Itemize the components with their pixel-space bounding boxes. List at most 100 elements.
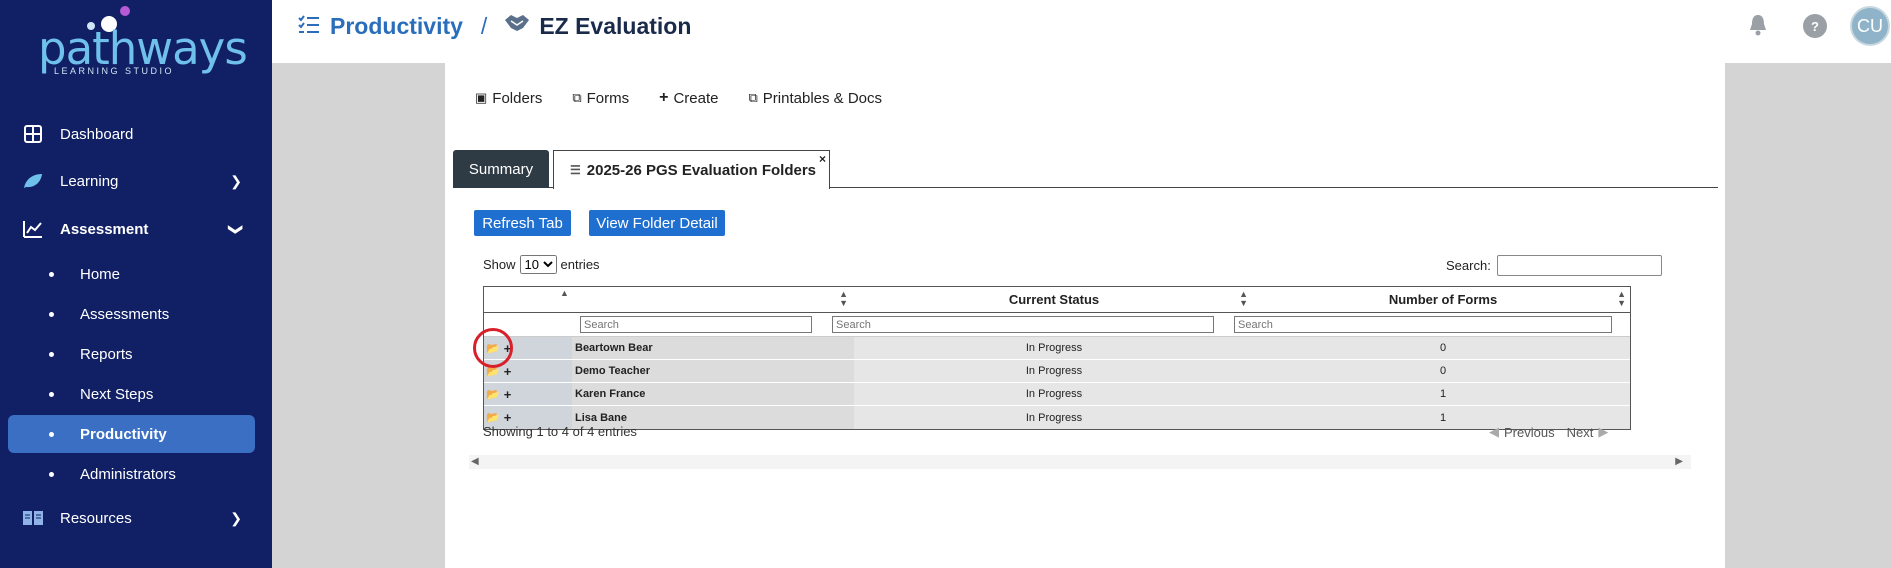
pathways-logo[interactable]: pathways LEARNING STUDIO bbox=[30, 4, 248, 76]
sidebar-subitem-label: Administrators bbox=[80, 465, 176, 483]
close-icon[interactable]: × bbox=[819, 152, 826, 166]
table-row[interactable]: 📂 + Lisa Bane In Progress 1 bbox=[484, 406, 1630, 429]
show-label: Show bbox=[483, 257, 516, 272]
breadcrumb: Productivity / EZ Evaluation bbox=[298, 12, 691, 40]
plus-icon: + bbox=[659, 89, 669, 106]
sidebar-subitem-label: Productivity bbox=[80, 425, 167, 443]
bullet-icon bbox=[49, 311, 54, 317]
expand-icon[interactable]: + bbox=[504, 364, 512, 379]
cell-forms: 0 bbox=[1439, 365, 1447, 377]
name-filter-input[interactable] bbox=[580, 316, 812, 333]
column-header-forms[interactable]: Number of Forms ▲ ▼ bbox=[1254, 287, 1632, 312]
forms-filter-input[interactable] bbox=[1234, 316, 1612, 333]
bullet-icon bbox=[49, 431, 54, 437]
bullet-icon bbox=[49, 271, 54, 277]
next-button[interactable]: Next bbox=[1567, 425, 1594, 440]
search-label: Search: bbox=[1446, 258, 1491, 273]
expand-icon[interactable]: + bbox=[504, 387, 512, 402]
sidebar-subitem-home[interactable]: Home bbox=[0, 257, 272, 291]
chart-icon bbox=[22, 218, 44, 240]
top-header: Productivity / EZ Evaluation ? CU bbox=[272, 0, 1891, 63]
filter-cell-status bbox=[832, 313, 1232, 336]
sort-icon: ▲ ▼ bbox=[1617, 289, 1626, 308]
refresh-tab-button[interactable]: Refresh Tab bbox=[474, 210, 571, 236]
folders-menu[interactable]: ▣ Folders bbox=[475, 89, 542, 107]
highlight-circle-annotation bbox=[473, 328, 513, 368]
list-icon: ☰ bbox=[570, 163, 581, 177]
table-row[interactable]: 📂 + Beartown Bear In Progress 0 bbox=[484, 337, 1630, 360]
sidebar-item-label: Resources bbox=[60, 509, 132, 527]
notification-bell-icon[interactable] bbox=[1748, 14, 1768, 41]
sidebar-item-dashboard[interactable]: Dashboard bbox=[0, 115, 272, 153]
sidebar-item-label: Learning bbox=[60, 172, 119, 190]
scroll-left-icon[interactable]: ◀ bbox=[471, 456, 479, 467]
cell-forms: 1 bbox=[1439, 388, 1447, 400]
folder-open-icon[interactable]: 📂 bbox=[486, 411, 500, 424]
leaf-icon bbox=[22, 170, 44, 192]
tab-label: 2025-26 PGS Evaluation Folders bbox=[586, 161, 817, 179]
entries-label: entries bbox=[560, 257, 600, 272]
column-header-icons[interactable]: ▲ bbox=[484, 287, 572, 312]
scroll-right-icon[interactable]: ▶ bbox=[1675, 456, 1683, 467]
printables-menu[interactable]: ⧉ Printables & Docs bbox=[749, 89, 883, 107]
bullet-icon bbox=[49, 351, 54, 357]
cell-name: Beartown Bear bbox=[572, 337, 854, 359]
chevron-down-icon: ❯ bbox=[228, 223, 245, 235]
forms-label: Forms bbox=[586, 89, 630, 107]
tab-summary[interactable]: Summary bbox=[453, 150, 549, 188]
cell-status: In Progress bbox=[1025, 388, 1083, 400]
table-row[interactable]: 📂 + Demo Teacher In Progress 0 bbox=[484, 360, 1630, 383]
sidebar-subitem-productivity[interactable]: Productivity bbox=[8, 415, 255, 453]
cell-status: In Progress bbox=[1025, 365, 1083, 377]
table-search: Search: bbox=[1446, 255, 1662, 276]
breadcrumb-ez-evaluation: EZ Evaluation bbox=[539, 12, 692, 39]
logo-text: pathways bbox=[38, 22, 248, 75]
sort-asc-icon: ▲ bbox=[560, 288, 569, 298]
cell-name: Demo Teacher bbox=[572, 360, 854, 382]
pagination: ◀ Previous Next ▶ bbox=[1489, 424, 1613, 440]
tab-bar: Summary ☰ 2025-26 PGS Evaluation Folders… bbox=[453, 150, 1718, 189]
sidebar-subitem-reports[interactable]: Reports bbox=[0, 337, 272, 371]
page-length-select[interactable]: 10 bbox=[519, 255, 557, 274]
create-menu[interactable]: + Create bbox=[659, 89, 718, 107]
horizontal-scrollbar[interactable]: ◀ ▶ bbox=[469, 455, 1691, 469]
next-arrow-icon[interactable]: ▶ bbox=[1598, 424, 1608, 440]
sidebar-item-label: Assessment bbox=[60, 220, 149, 238]
sidebar-subitem-label: Assessments bbox=[80, 305, 170, 323]
handshake-icon bbox=[503, 12, 531, 40]
archive-icon: ▣ bbox=[475, 90, 488, 105]
sidebar-subitem-administrators[interactable]: Administrators bbox=[0, 457, 272, 491]
sidebar-item-learning[interactable]: Learning ❯ bbox=[0, 162, 272, 200]
table-row[interactable]: 📂 + Karen France In Progress 1 bbox=[484, 383, 1630, 406]
sidebar-subitem-next-steps[interactable]: Next Steps bbox=[0, 377, 272, 411]
row-actions: 📂 + bbox=[484, 383, 572, 405]
filter-row bbox=[484, 313, 1630, 337]
tab-evaluation-folders[interactable]: ☰ 2025-26 PGS Evaluation Folders × bbox=[553, 150, 830, 189]
sidebar-subitem-label: Home bbox=[80, 265, 121, 283]
bullet-icon bbox=[49, 391, 54, 397]
page-length-control: Show 10 entries bbox=[483, 255, 600, 274]
book-icon bbox=[22, 507, 44, 529]
help-icon[interactable]: ? bbox=[1803, 14, 1827, 38]
view-folder-detail-button[interactable]: View Folder Detail bbox=[589, 210, 725, 236]
sidebar-item-resources[interactable]: Resources ❯ bbox=[0, 499, 272, 537]
sidebar-subitem-assessments[interactable]: Assessments bbox=[0, 297, 272, 331]
create-label: Create bbox=[673, 89, 719, 107]
column-header-name[interactable]: ▲ ▼ bbox=[572, 287, 854, 312]
expand-icon[interactable]: + bbox=[504, 410, 512, 425]
table-header-row: ▲ ▲ ▼ Current Status ▲ ▼ Number of Forms ▲… bbox=[484, 287, 1630, 313]
sidebar-item-assessment[interactable]: Assessment ❯ bbox=[0, 210, 272, 248]
status-filter-input[interactable] bbox=[832, 316, 1214, 333]
folder-open-icon[interactable]: 📂 bbox=[486, 388, 500, 401]
cell-status: In Progress bbox=[1025, 342, 1083, 354]
sidebar: pathways LEARNING STUDIO Dashboard Learn… bbox=[0, 0, 272, 568]
forms-menu[interactable]: ⧉ Forms bbox=[572, 89, 629, 107]
filter-cell-forms bbox=[1234, 313, 1612, 336]
breadcrumb-productivity[interactable]: Productivity bbox=[330, 13, 463, 40]
previous-arrow-icon[interactable]: ◀ bbox=[1489, 424, 1499, 440]
search-input[interactable] bbox=[1496, 255, 1662, 276]
avatar[interactable]: CU bbox=[1850, 6, 1890, 46]
column-header-status[interactable]: Current Status ▲ ▼ bbox=[854, 287, 1254, 312]
sort-icon: ▲ ▼ bbox=[1239, 289, 1248, 308]
previous-button[interactable]: Previous bbox=[1504, 425, 1555, 440]
